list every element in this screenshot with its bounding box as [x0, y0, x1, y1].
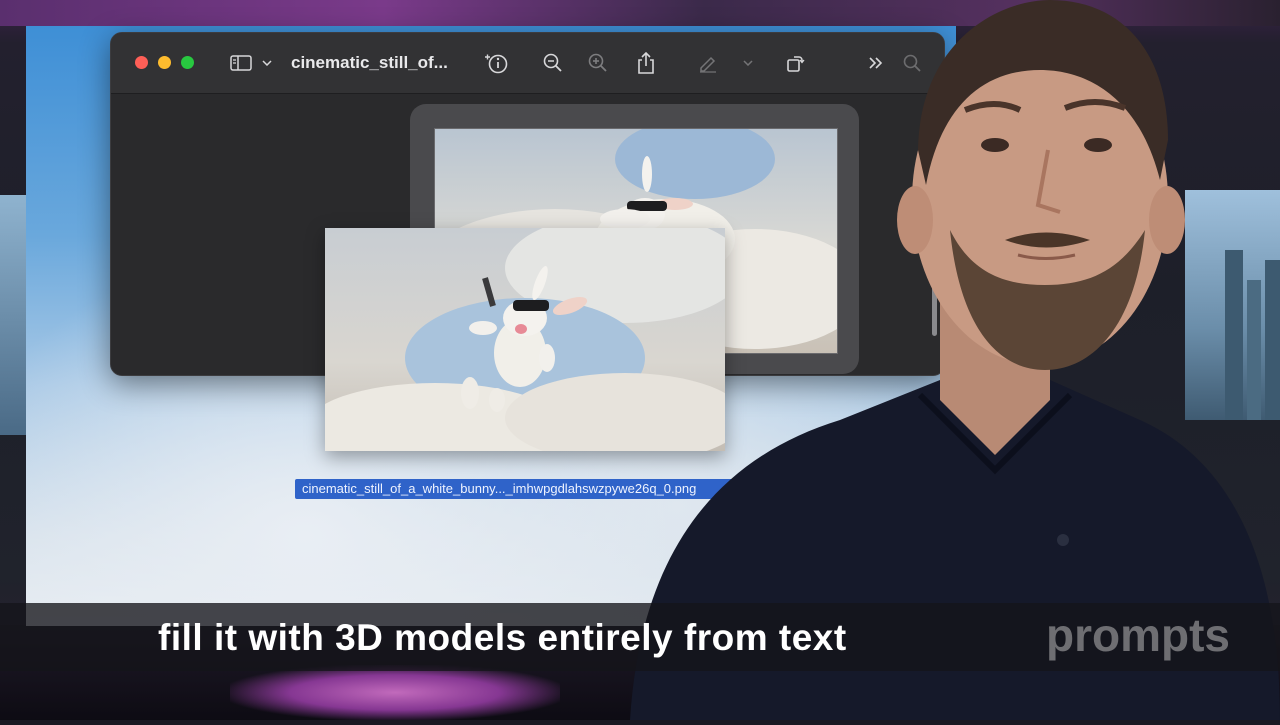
chevron-down-icon[interactable] — [260, 49, 274, 77]
zoom-in-icon[interactable] — [586, 49, 610, 77]
left-window — [0, 195, 28, 435]
zoom-out-icon[interactable] — [541, 49, 565, 77]
close-button[interactable] — [135, 56, 148, 69]
minimize-button[interactable] — [158, 56, 171, 69]
zoom-button[interactable] — [181, 56, 194, 69]
neon-sign-reflection — [230, 665, 560, 720]
watermark: prompts — [1046, 609, 1230, 661]
sidebar-icon[interactable] — [229, 49, 253, 77]
info-icon[interactable] — [483, 49, 511, 77]
document-title[interactable]: cinematic_still_of... — [291, 51, 448, 75]
subtitle-text: fill it with 3D models entirely from tex… — [158, 617, 847, 658]
